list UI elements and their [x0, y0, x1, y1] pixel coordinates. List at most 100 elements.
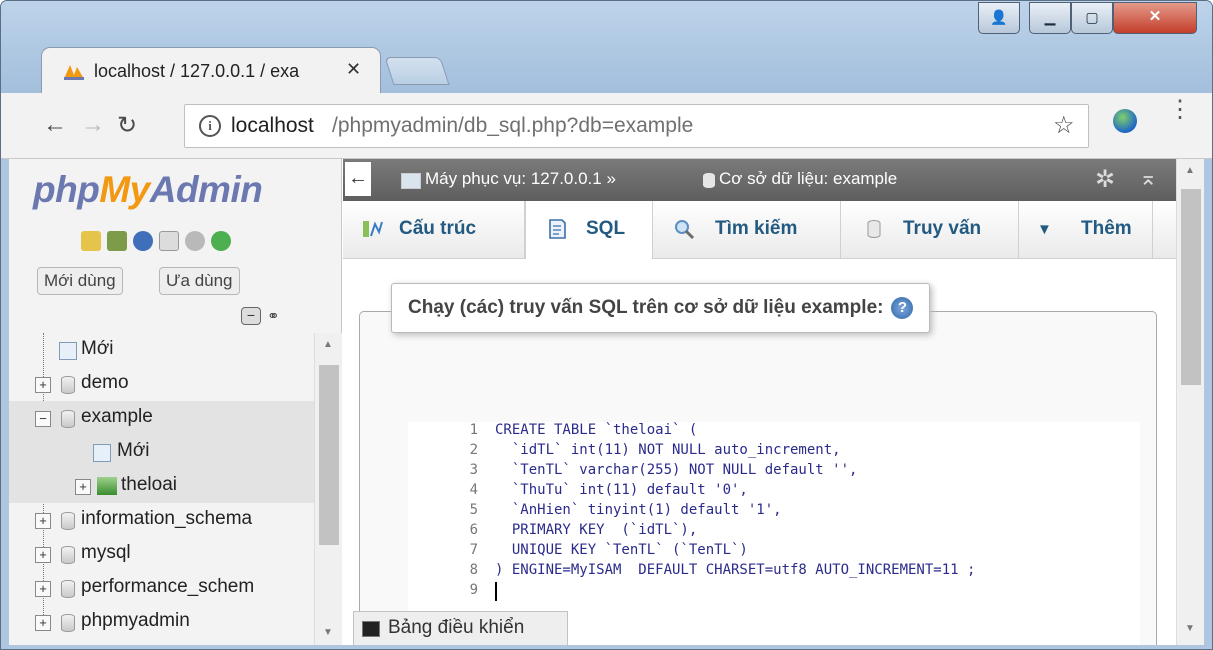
code-line: 3 `TenTL` varchar(255) NOT NULL default …: [469, 462, 858, 478]
tab-title: localhost / 127.0.0.1 / exa: [94, 61, 300, 81]
tab-close-icon[interactable]: ✕: [346, 59, 361, 80]
database-icon: [61, 512, 75, 530]
expand-icon[interactable]: +: [35, 581, 51, 597]
expand-icon[interactable]: +: [35, 377, 51, 393]
link-with-main-icon[interactable]: ⚭: [267, 307, 280, 325]
tab-structure[interactable]: Cấu trúc: [343, 201, 525, 259]
help-icon[interactable]: ?: [891, 296, 914, 319]
scroll-up-icon[interactable]: ▲: [1185, 165, 1195, 176]
breadcrumb: ← Máy phục vụ: 127.0.0.1 » Cơ sở dữ liệu…: [343, 159, 1176, 201]
breadcrumb-server-link[interactable]: Máy phục vụ: 127.0.0.1 »: [425, 169, 616, 189]
expand-icon[interactable]: +: [35, 513, 51, 529]
tree-item-performance-schema[interactable]: + performance_schem: [9, 571, 314, 605]
browser-window: 👤 ▁ ▢ ✕ localhost / 127.0.0.1 / exa ✕ ← …: [0, 0, 1213, 650]
tab-search[interactable]: Tìm kiếm: [653, 201, 841, 259]
code-line: 6 PRIMARY KEY (`idTL`),: [469, 522, 698, 538]
console-icon: [362, 621, 380, 637]
extension-globe-icon[interactable]: [1113, 109, 1137, 133]
tree-item-demo[interactable]: + demo: [9, 367, 314, 401]
text-cursor: [495, 582, 497, 601]
tree-item-mysql[interactable]: + mysql: [9, 537, 314, 571]
tree-item-phpmyadmin[interactable]: + phpmyadmin: [9, 605, 314, 639]
sql-icon: [549, 219, 566, 239]
favorite-tables-button[interactable]: Ưa dùng: [159, 267, 240, 295]
url-path: /phpmyadmin/db_sql.php?db=example: [332, 114, 694, 137]
home-icon[interactable]: [81, 231, 101, 251]
scroll-top-icon[interactable]: ⌅: [1139, 165, 1157, 191]
logout-icon[interactable]: [107, 231, 127, 251]
database-icon: [61, 580, 75, 598]
minimize-icon: ▁: [1044, 9, 1056, 25]
tree-item-new-db[interactable]: Mới: [9, 333, 314, 367]
pma-favicon-icon: [64, 65, 84, 80]
database-icon: [61, 410, 75, 428]
structure-icon: [363, 221, 383, 237]
url-host: localhost: [231, 114, 314, 137]
info-icon[interactable]: i: [199, 115, 221, 137]
breadcrumb-database-link[interactable]: Cơ sở dữ liệu: example: [719, 169, 897, 189]
expand-icon[interactable]: +: [35, 615, 51, 631]
server-icon: [401, 173, 421, 189]
browser-tab-active[interactable]: localhost / 127.0.0.1 / exa ✕: [41, 47, 381, 93]
back-arrow-icon[interactable]: ←: [43, 111, 67, 139]
sql-query-box: 1 CREATE TABLE `theloai` ( 2 `idTL` int(1…: [359, 311, 1157, 645]
scroll-down-icon[interactable]: ▼: [323, 627, 333, 638]
browser-toolbar: ← → ↻ i localhost /phpmyadmin/db_sql.php…: [1, 93, 1212, 159]
sql-content: 1 CREATE TABLE `theloai` ( 2 `idTL` int(1…: [343, 259, 1176, 645]
tab-more[interactable]: ▼ Thêm: [1019, 201, 1153, 259]
tree-item-new-table[interactable]: Mới: [9, 435, 314, 469]
scroll-down-icon[interactable]: ▼: [1185, 623, 1195, 634]
maximize-button[interactable]: ▢: [1071, 2, 1113, 34]
reload-icon[interactable]: ↻: [117, 111, 137, 140]
minimize-button[interactable]: ▁: [1029, 2, 1071, 34]
settings-gear-icon[interactable]: ✲: [1095, 165, 1115, 194]
address-bar[interactable]: i localhost /phpmyadmin/db_sql.php?db=ex…: [184, 104, 1089, 148]
expand-icon[interactable]: +: [35, 547, 51, 563]
forward-arrow-icon[interactable]: →: [81, 111, 105, 139]
code-line: 8) ENGINE=MyISAM DEFAULT CHARSET=utf8 AU…: [469, 562, 976, 578]
settings-gear-icon[interactable]: [185, 231, 205, 251]
help-icon[interactable]: [133, 231, 153, 251]
new-tab-button[interactable]: [384, 57, 450, 85]
collapse-all-icon[interactable]: −: [241, 307, 261, 325]
tab-sql[interactable]: SQL: [525, 201, 653, 260]
collapse-icon[interactable]: −: [35, 411, 51, 427]
code-line: 2 `idTL` int(11) NOT NULL auto_increment…: [469, 442, 841, 458]
bookmark-star-icon[interactable]: ☆: [1053, 111, 1075, 140]
close-window-button[interactable]: ✕: [1113, 2, 1197, 34]
page-scroll-thumb[interactable]: [1181, 189, 1201, 385]
reload-nav-icon[interactable]: [211, 231, 231, 251]
tree-scroll-thumb[interactable]: [319, 365, 339, 545]
page-scrollbar[interactable]: ▲ ▼: [1176, 159, 1204, 645]
collapse-nav-arrow-icon[interactable]: ←: [345, 162, 371, 196]
menu-dots-icon[interactable]: ⋮: [1168, 98, 1192, 122]
user-profile-button[interactable]: 👤: [978, 2, 1020, 34]
tree-item-information-schema[interactable]: + information_schema: [9, 503, 314, 537]
database-icon: [61, 376, 75, 394]
tree-item-theloai[interactable]: + theloai: [9, 469, 314, 503]
console-toggle[interactable]: Bảng điều khiển: [353, 611, 568, 645]
phpmyadmin-logo[interactable]: phpMyAdmin: [33, 169, 263, 211]
code-line: 4 `ThuTu` int(11) default '0',: [469, 482, 748, 498]
maximize-icon: ▢: [1085, 9, 1099, 25]
query-icon: [867, 220, 881, 238]
code-line: 5 `AnHien` tinyint(1) default '1',: [469, 502, 782, 518]
tab-query[interactable]: Truy vấn: [841, 201, 1019, 259]
recent-tables-button[interactable]: Mới dùng: [37, 267, 123, 295]
tree-item-example[interactable]: − example: [9, 401, 314, 435]
user-icon: 👤: [990, 9, 1008, 25]
database-tree: Mới + demo − example Mới + theloai + inf…: [9, 333, 314, 645]
new-db-icon: [59, 342, 77, 360]
navigation-panel: phpMyAdmin Mới dùng Ưa dùng − ⚭ Mới + de…: [9, 159, 342, 645]
table-icon: [97, 477, 117, 495]
database-icon: [703, 173, 715, 188]
docs-icon[interactable]: [159, 231, 179, 251]
expand-icon[interactable]: +: [75, 479, 91, 495]
new-table-icon: [93, 444, 111, 462]
close-icon: ✕: [1148, 8, 1162, 25]
scroll-up-icon[interactable]: ▲: [323, 339, 333, 350]
tree-scrollbar[interactable]: ▲ ▼: [314, 333, 342, 645]
page-content: phpMyAdmin Mới dùng Ưa dùng − ⚭ Mới + de…: [9, 159, 1204, 645]
database-icon: [61, 546, 75, 564]
search-icon: [675, 220, 695, 240]
